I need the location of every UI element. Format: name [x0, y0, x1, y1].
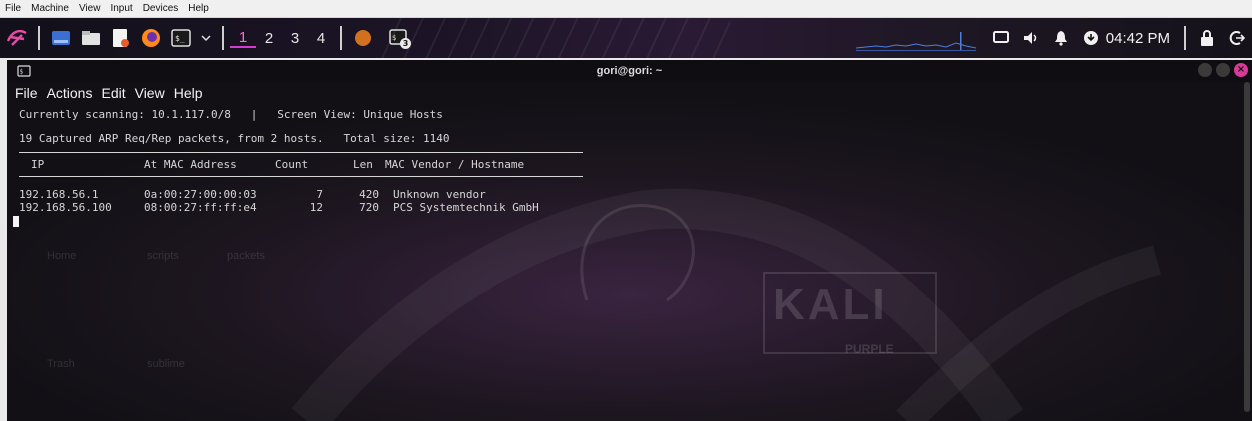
close-button[interactable]: × [1234, 63, 1248, 77]
update-icon[interactable] [1080, 27, 1102, 49]
bell-icon[interactable] [1050, 27, 1072, 49]
desktop-icon-label: packets [227, 250, 265, 262]
kali-menu-icon[interactable] [6, 27, 28, 49]
header-len: Len [353, 158, 373, 171]
terminal-launcher-icon[interactable]: $_ [170, 27, 192, 49]
header-mac: At MAC Address [144, 158, 237, 171]
window-controls: × [1194, 63, 1248, 77]
header-ip: IP [31, 158, 45, 171]
panel-separator [340, 26, 342, 50]
captured-packets-line: 19 Captured ARP Req/Rep packets, from 2 … [19, 132, 450, 145]
vbox-menu-input[interactable]: Input [105, 3, 137, 14]
lock-icon[interactable] [1196, 27, 1218, 49]
desktop-icon-label: Trash [47, 358, 75, 370]
terminal-cursor [13, 216, 19, 227]
vbox-menu-machine[interactable]: Machine [26, 3, 74, 14]
desktop-icon-label: scripts [147, 250, 179, 262]
terminal-scrollbar[interactable] [1244, 82, 1250, 412]
terminal-title: gori@gori: ~ [596, 65, 663, 77]
header-vendor: MAC Vendor / Hostname [385, 158, 525, 171]
vbox-menu-bar: File Machine View Input Devices Help [0, 0, 1252, 18]
kali-logo-text: KALI [773, 280, 888, 329]
panel-separator [222, 26, 224, 50]
row-ip: 192.168.56.1 [19, 188, 99, 201]
svg-text:$: $ [392, 34, 396, 42]
logout-icon[interactable] [1226, 27, 1248, 49]
panel-separator [1184, 26, 1186, 50]
terminal-titlebar[interactable]: $ gori@gori: ~ × [7, 60, 1252, 82]
scan-status-line: Currently scanning: 10.1.117.0/8 | Scree… [19, 108, 443, 121]
menu-actions[interactable]: Actions [43, 85, 98, 101]
maximize-button[interactable] [1216, 63, 1230, 77]
file-manager-icon[interactable] [80, 27, 102, 49]
firefox-icon[interactable] [140, 27, 162, 49]
workspace-1[interactable]: 1 [230, 29, 256, 48]
top-panel: $_ 1 2 3 4 $ 3 04:42 PM [0, 18, 1252, 58]
desktop-icon-label: Home [47, 250, 77, 262]
workspace-4[interactable]: 4 [308, 30, 334, 47]
panel-separator [38, 26, 40, 50]
kali-logo-subtext: PURPLE [845, 342, 894, 356]
vbox-menu-help[interactable]: Help [183, 3, 214, 14]
row-vendor: PCS Systemtechnik GmbH [393, 201, 539, 214]
menu-file[interactable]: File [11, 85, 43, 101]
vbox-menu-view[interactable]: View [74, 3, 106, 14]
row-count: 12 [309, 201, 323, 214]
network-monitor-graph [855, 26, 977, 51]
table-top-rule [19, 152, 583, 153]
workspace-3[interactable]: 3 [282, 30, 308, 47]
show-desktop-icon[interactable] [50, 27, 72, 49]
menu-help[interactable]: Help [170, 85, 208, 101]
terminal-menu-bar: File Actions Edit View Help [7, 82, 1252, 104]
taskbar-terminal-icon[interactable]: $ 3 [388, 27, 411, 49]
vbox-menu-devices[interactable]: Devices [138, 3, 184, 14]
chevron-down-icon[interactable] [200, 27, 212, 49]
row-ip: 192.168.56.100 [19, 201, 112, 214]
system-tray: 04:42 PM [986, 18, 1252, 58]
table-header-rule [19, 176, 583, 177]
desktop-icon-label: sublime [147, 358, 185, 370]
volume-icon[interactable] [1020, 27, 1042, 49]
header-count: Count [275, 158, 309, 171]
menu-edit[interactable]: Edit [97, 85, 130, 101]
panel-clock[interactable]: 04:42 PM [1106, 30, 1170, 47]
svg-text:$_: $_ [175, 34, 185, 43]
terminal-window[interactable]: Home scripts packets Trash sublime KALI … [7, 60, 1252, 421]
row-mac: 0a:00:27:00:00:03 [144, 188, 257, 201]
row-len: 720 [359, 201, 379, 214]
workspace-2[interactable]: 2 [256, 30, 282, 47]
display-icon[interactable] [990, 27, 1012, 49]
menu-view[interactable]: View [131, 85, 170, 101]
terminal-count-badge: 3 [400, 38, 411, 49]
row-count: 7 [316, 188, 323, 201]
row-mac: 08:00:27:ff:ff:e4 [144, 201, 257, 214]
minimize-button[interactable] [1198, 63, 1212, 77]
row-vendor: Unknown vendor [393, 188, 486, 201]
row-len: 420 [359, 188, 379, 201]
taskbar-firefox-icon[interactable] [352, 27, 374, 49]
vbox-menu-file[interactable]: File [0, 3, 26, 14]
text-editor-icon[interactable] [110, 27, 132, 49]
